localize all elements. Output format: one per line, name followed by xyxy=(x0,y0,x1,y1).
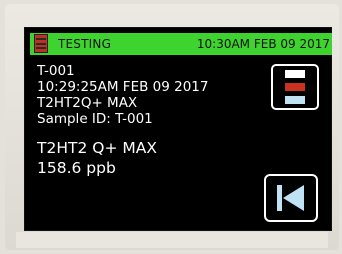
record-id: T-001 xyxy=(37,63,75,79)
status-indicator-icon xyxy=(34,34,48,53)
result-test-label: T2HT2 Q+ MAX xyxy=(37,139,157,157)
skip-back-icon xyxy=(277,185,304,211)
device-screen: TESTING 10:30AM FEB 09 2017 T-001 10:29:… xyxy=(24,27,332,231)
record-test-name: T2HT2Q+ MAX xyxy=(37,95,138,111)
status-title: TESTING xyxy=(58,37,112,51)
record-timestamp: 10:29:25AM FEB 09 2017 xyxy=(37,79,209,95)
status-bar: TESTING 10:30AM FEB 09 2017 xyxy=(30,33,332,55)
back-button[interactable] xyxy=(264,174,318,222)
menu-icon xyxy=(285,70,305,104)
result-value: 158.6 ppb xyxy=(37,159,116,177)
status-datetime: 10:30AM FEB 09 2017 xyxy=(196,37,330,51)
bezel-bottom xyxy=(16,232,328,248)
menu-button[interactable] xyxy=(271,64,319,110)
record-sample-id: Sample ID: T-001 xyxy=(37,111,153,127)
